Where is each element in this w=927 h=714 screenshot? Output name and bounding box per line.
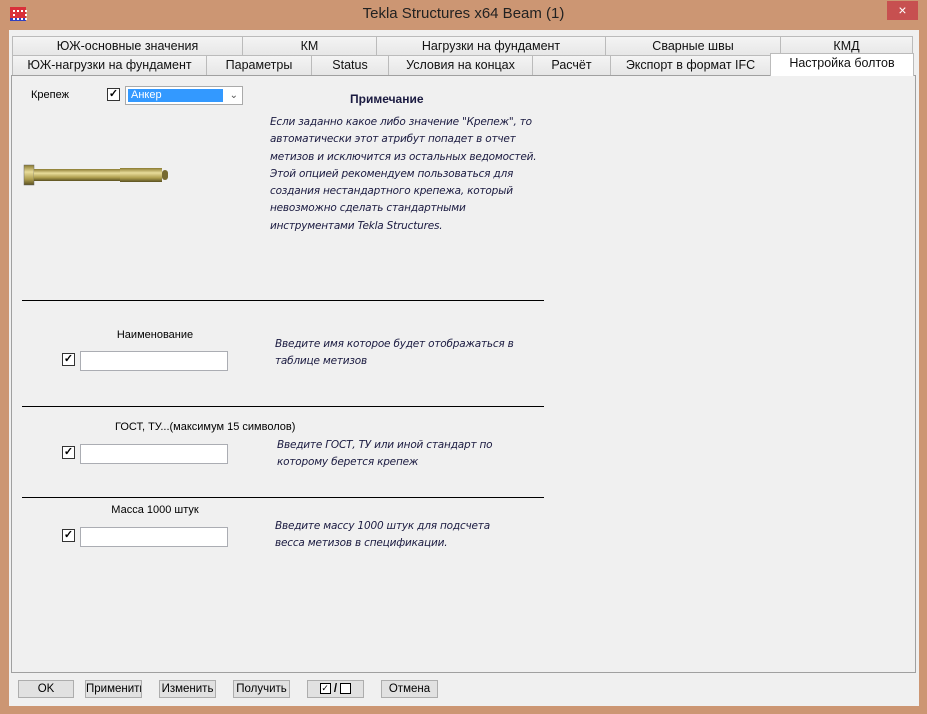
name-checkbox[interactable]: ✓ — [62, 353, 75, 366]
note-title: Примечание — [350, 92, 424, 106]
note-text: Если заданно какое либо значение "Крепеж… — [270, 114, 537, 235]
modify-button[interactable]: Изменить — [159, 680, 216, 698]
get-button[interactable]: Получить — [233, 680, 290, 698]
mass-label: Масса 1000 штук — [111, 504, 199, 516]
note-line: Этой опцией рекомендуем пользоваться для — [270, 167, 514, 180]
fastener-checkbox[interactable]: ✓ — [107, 88, 120, 101]
mass-checkbox[interactable]: ✓ — [62, 529, 75, 542]
hint-line: Введите ГОСТ, ТУ или иной стандарт по — [277, 439, 493, 451]
toggle-all-button[interactable]: ✓ / — [307, 680, 364, 698]
window-title: Tekla Structures x64 Beam (1) — [362, 5, 565, 22]
anchor-bolt-image — [23, 164, 168, 186]
apply-button[interactable]: Применить — [85, 680, 142, 698]
tab-kzh-main[interactable]: ЮЖ-основные значения — [12, 36, 243, 56]
gost-checkbox[interactable]: ✓ — [62, 446, 75, 459]
mass-input[interactable] — [80, 527, 228, 547]
hint-line: которому берется крепеж — [277, 456, 419, 469]
gost-input[interactable] — [80, 444, 228, 464]
tab-parameters[interactable]: Параметры — [206, 55, 312, 75]
divider — [22, 300, 544, 301]
tab-calculation[interactable]: Расчёт — [532, 55, 611, 75]
divider — [22, 406, 544, 407]
mass-hint: Введите массу 1000 штук для подсчета весс… — [275, 518, 490, 553]
unchecked-box-icon — [340, 683, 352, 695]
tab-bolt-settings[interactable]: Настройка болтов — [770, 53, 914, 76]
separator: / — [333, 683, 338, 695]
name-hint: Введите имя которое будет отображаться в… — [275, 336, 514, 371]
hint-line: Введите имя которое будет отображаться в — [275, 338, 514, 350]
name-label: Наименование — [116, 329, 194, 341]
hint-line: Введите массу 1000 штук для подсчета — [275, 520, 490, 532]
fastener-select[interactable]: Анкер ⌄ — [125, 86, 243, 105]
divider — [22, 497, 544, 498]
note-line: автоматически этот атрибут попадет в отч… — [270, 133, 516, 146]
tab-kzh-foundation-loads[interactable]: ЮЖ-нагрузки на фундамент — [12, 55, 207, 75]
note-line: метизов и исключится из остальных ведомо… — [270, 150, 537, 163]
tab-end-conditions[interactable]: Условия на концах — [388, 55, 533, 75]
note-line: инструментами Tekla Structures. — [270, 219, 443, 232]
tab-status[interactable]: Status — [311, 55, 389, 75]
checked-box-icon: ✓ — [319, 683, 331, 695]
gost-hint: Введите ГОСТ, ТУ или иной стандарт по кот… — [277, 437, 493, 472]
cancel-button[interactable]: Отмена — [381, 680, 438, 698]
chevron-down-icon: ⌄ — [229, 90, 238, 101]
tab-foundation-loads[interactable]: Нагрузки на фундамент — [376, 36, 606, 56]
note-line: создания нестандартного крепежа, который — [270, 185, 513, 198]
tab-welds[interactable]: Сварные швы — [605, 36, 781, 56]
hint-line: таблице метизов — [275, 355, 368, 368]
fastener-select-value: Анкер — [128, 89, 223, 102]
tab-km[interactable]: КМ — [242, 36, 377, 56]
name-input[interactable] — [80, 351, 228, 371]
gost-label: ГОСТ, ТУ...(максимум 15 символов) — [115, 421, 296, 433]
note-line: невозможно сделать стандартными — [270, 202, 466, 215]
tab-ifc-export[interactable]: Экспорт в формат IFC — [610, 55, 771, 75]
note-line: Если заданно какое либо значение "Крепеж… — [270, 116, 532, 128]
close-button[interactable]: × — [887, 1, 918, 20]
ok-button[interactable]: OK — [18, 680, 74, 698]
fastener-label: Крепеж — [31, 89, 69, 101]
hint-line: весса метизов в спецификации. — [275, 537, 448, 550]
